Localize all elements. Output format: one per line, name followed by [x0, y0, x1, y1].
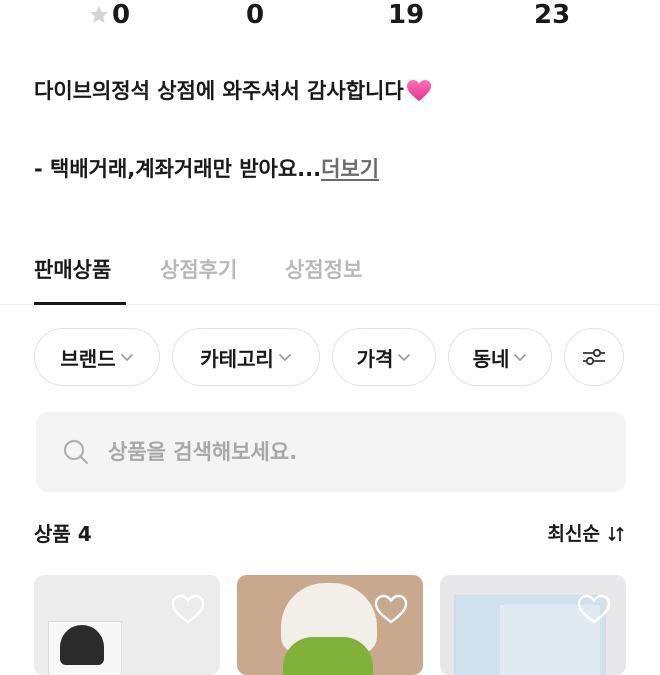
filter-neighborhood-label: 동네: [472, 346, 510, 371]
sort-label: 최신순: [547, 523, 600, 545]
tab-reviews[interactable]: 상점후기: [160, 252, 237, 288]
sort-button[interactable]: 최신순: [548, 518, 626, 550]
filter-brand-label: 브랜드: [60, 346, 116, 371]
star-icon: [90, 5, 108, 23]
shop-stats: 0 0 19 23: [0, 0, 660, 34]
product-search-bar: [36, 412, 626, 492]
shop-tabs: 판매상품 상점후기 상점정보: [0, 248, 660, 305]
product-card[interactable]: [440, 575, 626, 675]
followers-stat[interactable]: 19: [388, 0, 424, 30]
chevron-down-icon: [120, 353, 133, 362]
product-search-input[interactable]: [106, 439, 590, 465]
chevron-down-icon: [398, 353, 411, 362]
product-count: 상품 4: [34, 522, 92, 546]
filter-neighborhood[interactable]: 동네: [448, 328, 552, 386]
filter-brand[interactable]: 브랜드: [34, 328, 160, 386]
shop-policy: - 택배거래,계좌거래만 받아요...더보기: [34, 152, 379, 186]
favorite-heart-icon[interactable]: [170, 593, 206, 625]
reviews-stat[interactable]: 0: [246, 0, 264, 30]
chevron-down-icon: [514, 353, 527, 362]
product-list-header: 상품 4 최신순: [34, 518, 626, 550]
search-icon: [63, 439, 89, 465]
favorite-heart-icon[interactable]: [576, 593, 612, 625]
product-image: [283, 637, 373, 675]
intro-greeting: 다이브의정석 상점에 와주셔서 감사합니다: [34, 79, 404, 103]
filter-price-label: 가격: [356, 346, 394, 371]
chevron-down-icon: [278, 353, 291, 362]
filter-category[interactable]: 카테고리: [172, 328, 320, 386]
active-tab-indicator: [34, 302, 126, 305]
rating-stat: 0: [88, 0, 130, 30]
filter-bar: 브랜드 카테고리 가격 동네: [34, 328, 660, 388]
product-image: [60, 625, 104, 665]
rating-value: 0: [112, 0, 131, 30]
sort-arrows-icon: [608, 526, 624, 542]
tab-shop-info[interactable]: 상점정보: [285, 252, 362, 288]
product-card[interactable]: [34, 575, 220, 675]
more-link[interactable]: 더보기: [321, 157, 379, 181]
filter-price[interactable]: 가격: [332, 328, 436, 386]
shop-intro: 다이브의정석 상점에 와주셔서 감사합니다: [34, 74, 432, 108]
favorite-heart-icon[interactable]: [373, 593, 409, 625]
heart-emoji-icon: [406, 80, 431, 101]
following-stat[interactable]: 23: [534, 0, 570, 30]
filter-sliders-icon: [583, 348, 605, 366]
filter-category-label: 카테고리: [200, 346, 274, 371]
product-card[interactable]: [237, 575, 423, 675]
tab-products[interactable]: 판매상품: [34, 252, 111, 288]
policy-text: - 택배거래,계좌거래만 받아요...: [34, 157, 322, 181]
filter-settings-button[interactable]: [564, 328, 624, 386]
